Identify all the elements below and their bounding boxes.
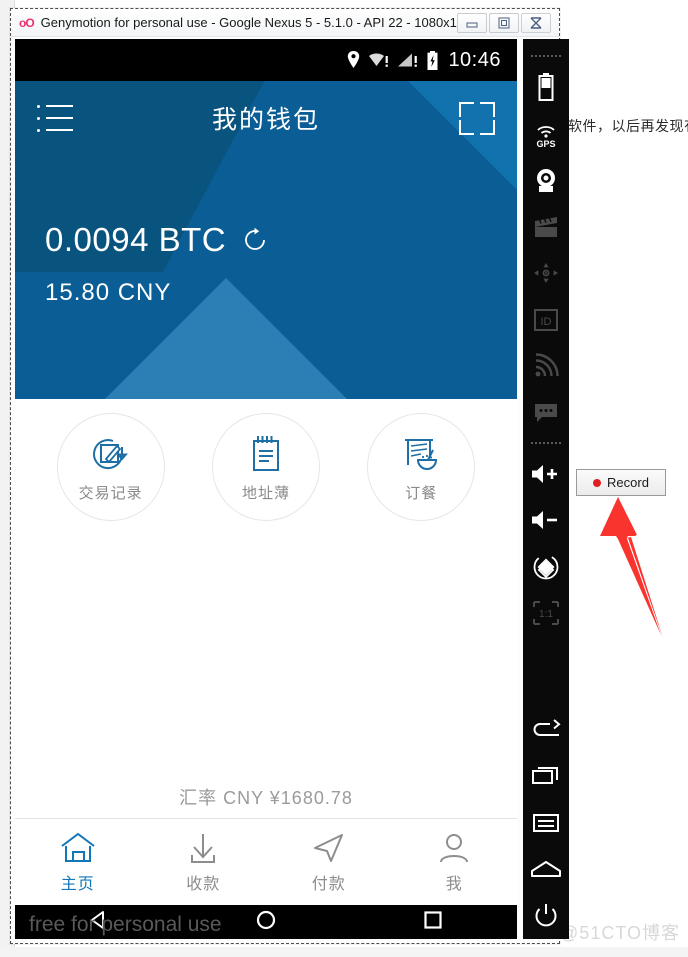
tab-label: 我 — [445, 876, 463, 893]
back-icon[interactable] — [523, 707, 569, 753]
tab-label: 收款 — [186, 876, 221, 893]
power-icon[interactable] — [523, 892, 569, 938]
status-bar-clock: 10:46 — [448, 48, 501, 71]
tab-label: 付款 — [311, 876, 346, 893]
quick-action-label: 地址薄 — [241, 485, 290, 502]
balance-fiat-amount: 15.80 CNY — [45, 279, 172, 306]
minimize-button[interactable] — [457, 12, 487, 33]
android-device-screen[interactable]: 10:46 我的钱包 0.0094 BTC 15.80 CNY 交易记录 地址薄… — [15, 39, 517, 939]
genymotion-window: oO Genymotion for personal use - Google … — [10, 8, 569, 944]
svg-text:1:1: 1:1 — [539, 609, 553, 620]
tab-home[interactable]: 主页 — [15, 830, 141, 894]
wifi-warning-icon — [369, 53, 389, 67]
list-menu-icon[interactable] — [37, 104, 73, 132]
page-title: 我的钱包 — [211, 106, 320, 134]
record-dot-icon — [593, 478, 602, 487]
refresh-icon[interactable] — [242, 227, 268, 253]
android-status-bar: 10:46 — [15, 39, 517, 81]
signal-warning-icon — [398, 53, 418, 67]
quick-action-address-book[interactable]: 地址薄 — [211, 413, 320, 521]
home-icon[interactable] — [523, 846, 569, 892]
battery-widget-icon[interactable] — [523, 64, 569, 110]
rotate-screen-icon[interactable] — [523, 544, 569, 590]
genymotion-toolbar: GPS ID 1:1 — [523, 39, 569, 939]
recents-icon[interactable] — [523, 753, 569, 799]
restore-button[interactable] — [489, 12, 519, 33]
quick-action-order-food[interactable]: 订餐 — [367, 413, 476, 521]
network-signal-icon[interactable] — [523, 343, 569, 389]
close-icon — [530, 16, 542, 29]
volume-down-icon[interactable] — [523, 497, 569, 543]
restore-icon — [498, 17, 510, 28]
wallet-header: 我的钱包 0.0094 BTC 15.80 CNY — [15, 81, 517, 399]
video-recorder-icon[interactable] — [523, 203, 569, 249]
location-pin-icon — [348, 51, 360, 68]
window-title: Genymotion for personal use - Google Nex… — [40, 15, 457, 30]
transaction-history-icon — [89, 431, 133, 475]
window-titlebar[interactable]: oO Genymotion for personal use - Google … — [11, 9, 559, 37]
tab-profile[interactable]: 我 — [392, 830, 518, 894]
quick-action-row: 交易记录 地址薄 订餐 — [15, 399, 517, 521]
bottom-tab-bar: 主页 收款 付款 我 — [15, 819, 517, 905]
tab-send[interactable]: 付款 — [266, 830, 392, 894]
identifiers-icon[interactable]: ID — [523, 296, 569, 342]
balance-primary-row: 0.0094 BTC — [45, 221, 268, 259]
recents-button[interactable] — [420, 908, 446, 937]
send-icon — [311, 830, 347, 866]
sms-bubble-icon[interactable] — [523, 389, 569, 435]
close-button[interactable] — [521, 12, 551, 33]
dpad-icon[interactable] — [523, 250, 569, 296]
address-book-icon — [245, 431, 287, 475]
tab-receive[interactable]: 收款 — [141, 830, 267, 894]
site-watermark: @51CTO博客 — [560, 923, 680, 943]
qr-scan-icon[interactable] — [459, 101, 495, 135]
background-page-text: 软件，以后再发现有 — [568, 118, 688, 134]
quick-action-transaction-history[interactable]: 交易记录 — [56, 413, 165, 521]
balance-block: 0.0094 BTC 15.80 CNY — [45, 221, 268, 307]
profile-icon — [437, 830, 471, 866]
record-button-label: Record — [607, 475, 649, 490]
free-personal-use-watermark: free for personal use — [29, 913, 222, 936]
desktop-bottom-strip — [0, 947, 688, 957]
gps-widget-icon[interactable]: GPS — [523, 110, 569, 156]
minimize-icon — [466, 22, 478, 27]
toolbar-separator-middle — [531, 441, 561, 445]
exchange-rate-text: 汇率 CNY ¥1680.78 — [179, 787, 353, 808]
scale-one-to-one-icon[interactable]: 1:1 — [523, 590, 569, 636]
wallet-content: 交易记录 地址薄 订餐 汇率 CNY ¥1680.78 — [15, 399, 517, 819]
battery-charging-icon — [427, 50, 438, 70]
camera-widget-icon[interactable] — [523, 157, 569, 203]
quick-action-label: 订餐 — [405, 485, 438, 502]
app-bar: 我的钱包 — [15, 81, 517, 155]
balance-btc-amount: 0.0094 BTC — [45, 221, 227, 258]
menu-icon[interactable] — [523, 800, 569, 846]
status-icon-group — [346, 50, 439, 71]
record-button[interactable]: Record — [576, 469, 666, 496]
toolbar-separator-top — [531, 55, 561, 58]
home-icon — [58, 830, 98, 866]
tab-label: 主页 — [60, 876, 95, 893]
home-button[interactable] — [253, 908, 279, 937]
exchange-rate-bar: 汇率 CNY ¥1680.78 — [15, 775, 517, 819]
svg-text:ID: ID — [541, 316, 552, 328]
genymotion-logo-icon: oO — [19, 15, 35, 30]
svg-text:GPS: GPS — [536, 139, 555, 149]
volume-up-icon[interactable] — [523, 451, 569, 497]
receive-icon — [185, 830, 221, 866]
quick-action-label: 交易记录 — [78, 485, 143, 502]
order-food-icon — [399, 431, 443, 475]
